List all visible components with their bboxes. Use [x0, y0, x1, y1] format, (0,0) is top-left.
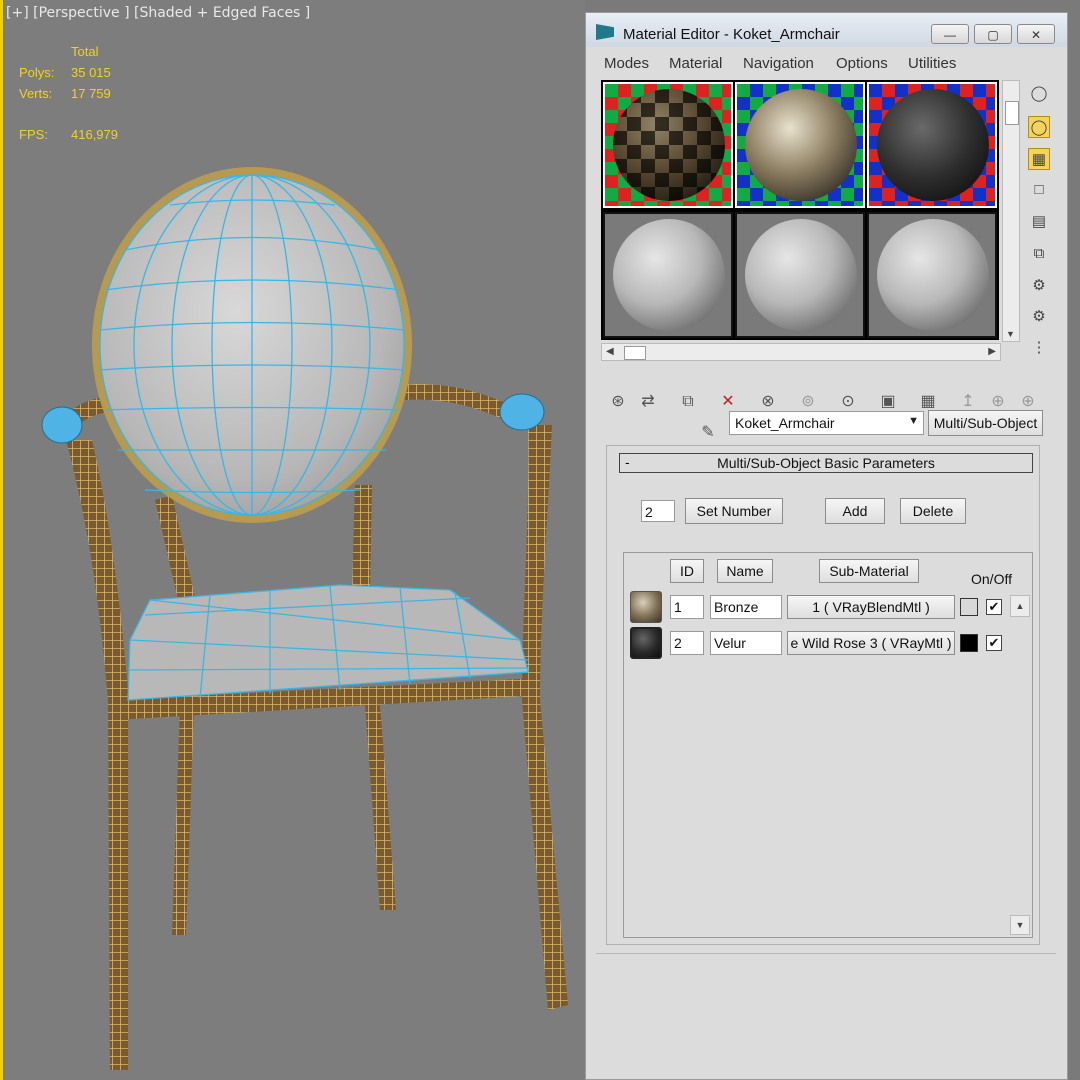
minimize-button[interactable]: — — [931, 24, 969, 44]
scroll-left-arrow-icon[interactable]: ◀ — [606, 346, 614, 357]
default-material-sphere — [745, 219, 857, 331]
get-material-icon[interactable]: ⊛ — [606, 391, 630, 413]
sample-slot-1[interactable] — [603, 82, 733, 208]
scroll-right-arrow-icon[interactable]: ▶ — [988, 346, 996, 357]
menu-modes[interactable]: Modes — [604, 55, 649, 72]
material-editor-window[interactable]: Material Editor - Koket_Armchair — ▢ ✕ M… — [585, 12, 1068, 1080]
sort-by-id-button[interactable]: ID — [670, 559, 704, 583]
assign-to-selection-icon[interactable]: ⧉ — [676, 391, 700, 413]
title-bar[interactable]: Material Editor - Koket_Armchair — ▢ ✕ — [586, 13, 1067, 47]
scroll-thumb[interactable] — [1005, 101, 1019, 125]
material-type-button[interactable]: Multi/Sub-Object — [928, 410, 1043, 436]
row1-color-swatch[interactable] — [960, 598, 978, 616]
row2-id-field[interactable]: 2 — [670, 631, 704, 655]
perspective-viewport[interactable]: [+] [Perspective ] [Shaded + Edged Faces… — [0, 0, 585, 1080]
put-to-scene-icon[interactable]: ⇄ — [636, 391, 660, 413]
default-material-sphere — [613, 219, 725, 331]
row1-onoff-checkbox[interactable]: ✔ — [986, 599, 1002, 615]
reset-map-icon[interactable]: ✕ — [716, 391, 740, 413]
chevron-down-icon: ▼ — [908, 415, 919, 427]
row1-name-field[interactable]: Bronze — [710, 595, 782, 619]
menu-utilities[interactable]: Utilities — [908, 55, 956, 72]
show-map-icon[interactable]: ▣ — [876, 391, 900, 413]
max-logo-icon — [596, 24, 614, 40]
row2-onoff-checkbox[interactable]: ✔ — [986, 635, 1002, 651]
row2-material-thumbnail[interactable] — [630, 627, 662, 659]
menu-navigation[interactable]: Navigation — [743, 55, 814, 72]
backlight-icon[interactable]: ◯ — [1028, 116, 1050, 138]
back-right-upright — [352, 485, 372, 590]
slots-vscrollbar[interactable]: ▼ — [1002, 80, 1020, 342]
sample-slot-3[interactable] — [867, 82, 997, 208]
sample-slot-4[interactable] — [603, 212, 733, 338]
rollout-panel: - Multi/Sub-Object Basic Parameters 2 Se… — [606, 445, 1040, 945]
sphere-shape-icon[interactable]: ◯ — [1028, 83, 1050, 105]
hscroll-thumb[interactable] — [624, 346, 646, 360]
scroll-down-arrow-icon[interactable]: ▼ — [1006, 329, 1015, 339]
sample-slot-5[interactable] — [735, 212, 865, 338]
submaterial-list: ID Name Sub-Material On/Off 1 Bronze 1 (… — [623, 552, 1033, 938]
menu-material[interactable]: Material — [669, 55, 722, 72]
right-arm-cap — [499, 393, 545, 431]
onoff-header: On/Off — [971, 571, 1012, 587]
row2-name-field[interactable]: Velur — [710, 631, 782, 655]
sort-by-submaterial-button[interactable]: Sub-Material — [819, 559, 919, 583]
make-unique-icon[interactable]: ⊗ — [756, 391, 780, 413]
row1-submaterial-button[interactable]: 1 ( VRayBlendMtl ) — [787, 595, 955, 619]
editor-bottom-area — [596, 953, 1056, 1079]
eyedropper-icon[interactable]: ✎ — [696, 422, 720, 444]
slots-hscrollbar[interactable]: ◀ ▶ — [601, 343, 1001, 361]
material-id-channel-icon[interactable]: ⊙ — [836, 391, 860, 413]
set-number-button[interactable]: Set Number — [685, 498, 783, 524]
sample-slot-6[interactable] — [867, 212, 997, 338]
armchair-model[interactable] — [0, 0, 585, 1080]
sort-by-name-button[interactable]: Name — [717, 559, 773, 583]
row1-id-field[interactable]: 1 — [670, 595, 704, 619]
back-right-leg — [365, 705, 396, 910]
velur-material-sphere — [877, 89, 989, 201]
window-title: Material Editor - Koket_Armchair — [623, 26, 840, 43]
back-left-upright — [155, 495, 195, 600]
add-button[interactable]: Add — [825, 498, 885, 524]
select-by-material-icon[interactable]: ⚙ — [1028, 306, 1050, 328]
back-left-leg — [172, 705, 194, 935]
default-material-sphere — [877, 219, 989, 331]
material-map-navigator-icon[interactable]: ⋮ — [1028, 337, 1050, 359]
video-color-icon[interactable]: ▤ — [1028, 211, 1050, 233]
sample-slots — [601, 80, 999, 340]
menu-bar: Modes Material Navigation Options Utilit… — [586, 51, 1067, 75]
rollout-header[interactable]: - Multi/Sub-Object Basic Parameters — [619, 453, 1033, 473]
left-arm-cap — [41, 406, 83, 444]
list-scroll-down-arrow-icon[interactable]: ▼ — [1010, 915, 1030, 935]
material-name-dropdown[interactable]: Koket_Armchair ▼ — [729, 411, 924, 435]
rollout-title: Multi/Sub-Object Basic Parameters — [717, 455, 935, 471]
make-preview-icon[interactable]: ⧉ — [1028, 243, 1050, 265]
bronze-material-sphere — [613, 89, 725, 201]
row2-submaterial-button[interactable]: e Wild Rose 3 ( VRayMtl ) — [787, 631, 955, 655]
background-checker-icon[interactable]: ▦ — [1028, 148, 1050, 170]
delete-button[interactable]: Delete — [900, 498, 966, 524]
sample-uv-icon[interactable]: □ — [1028, 179, 1050, 201]
material-count-field[interactable]: 2 — [641, 500, 675, 522]
front-left-leg — [66, 440, 128, 1070]
put-to-library-icon[interactable]: ⊚ — [796, 391, 820, 413]
sample-slot-2[interactable] — [735, 82, 865, 208]
close-button[interactable]: ✕ — [1017, 24, 1055, 44]
metal-material-sphere — [745, 89, 857, 201]
list-scroll-up-arrow-icon[interactable]: ▲ — [1010, 595, 1030, 617]
material-name-value: Koket_Armchair — [735, 415, 835, 431]
maximize-button[interactable]: ▢ — [974, 24, 1012, 44]
row2-color-swatch[interactable] — [960, 634, 978, 652]
menu-options[interactable]: Options — [836, 55, 888, 72]
front-right-leg — [522, 425, 568, 1010]
row1-material-thumbnail[interactable] — [630, 591, 662, 623]
options-icon[interactable]: ⚙ — [1028, 275, 1050, 297]
